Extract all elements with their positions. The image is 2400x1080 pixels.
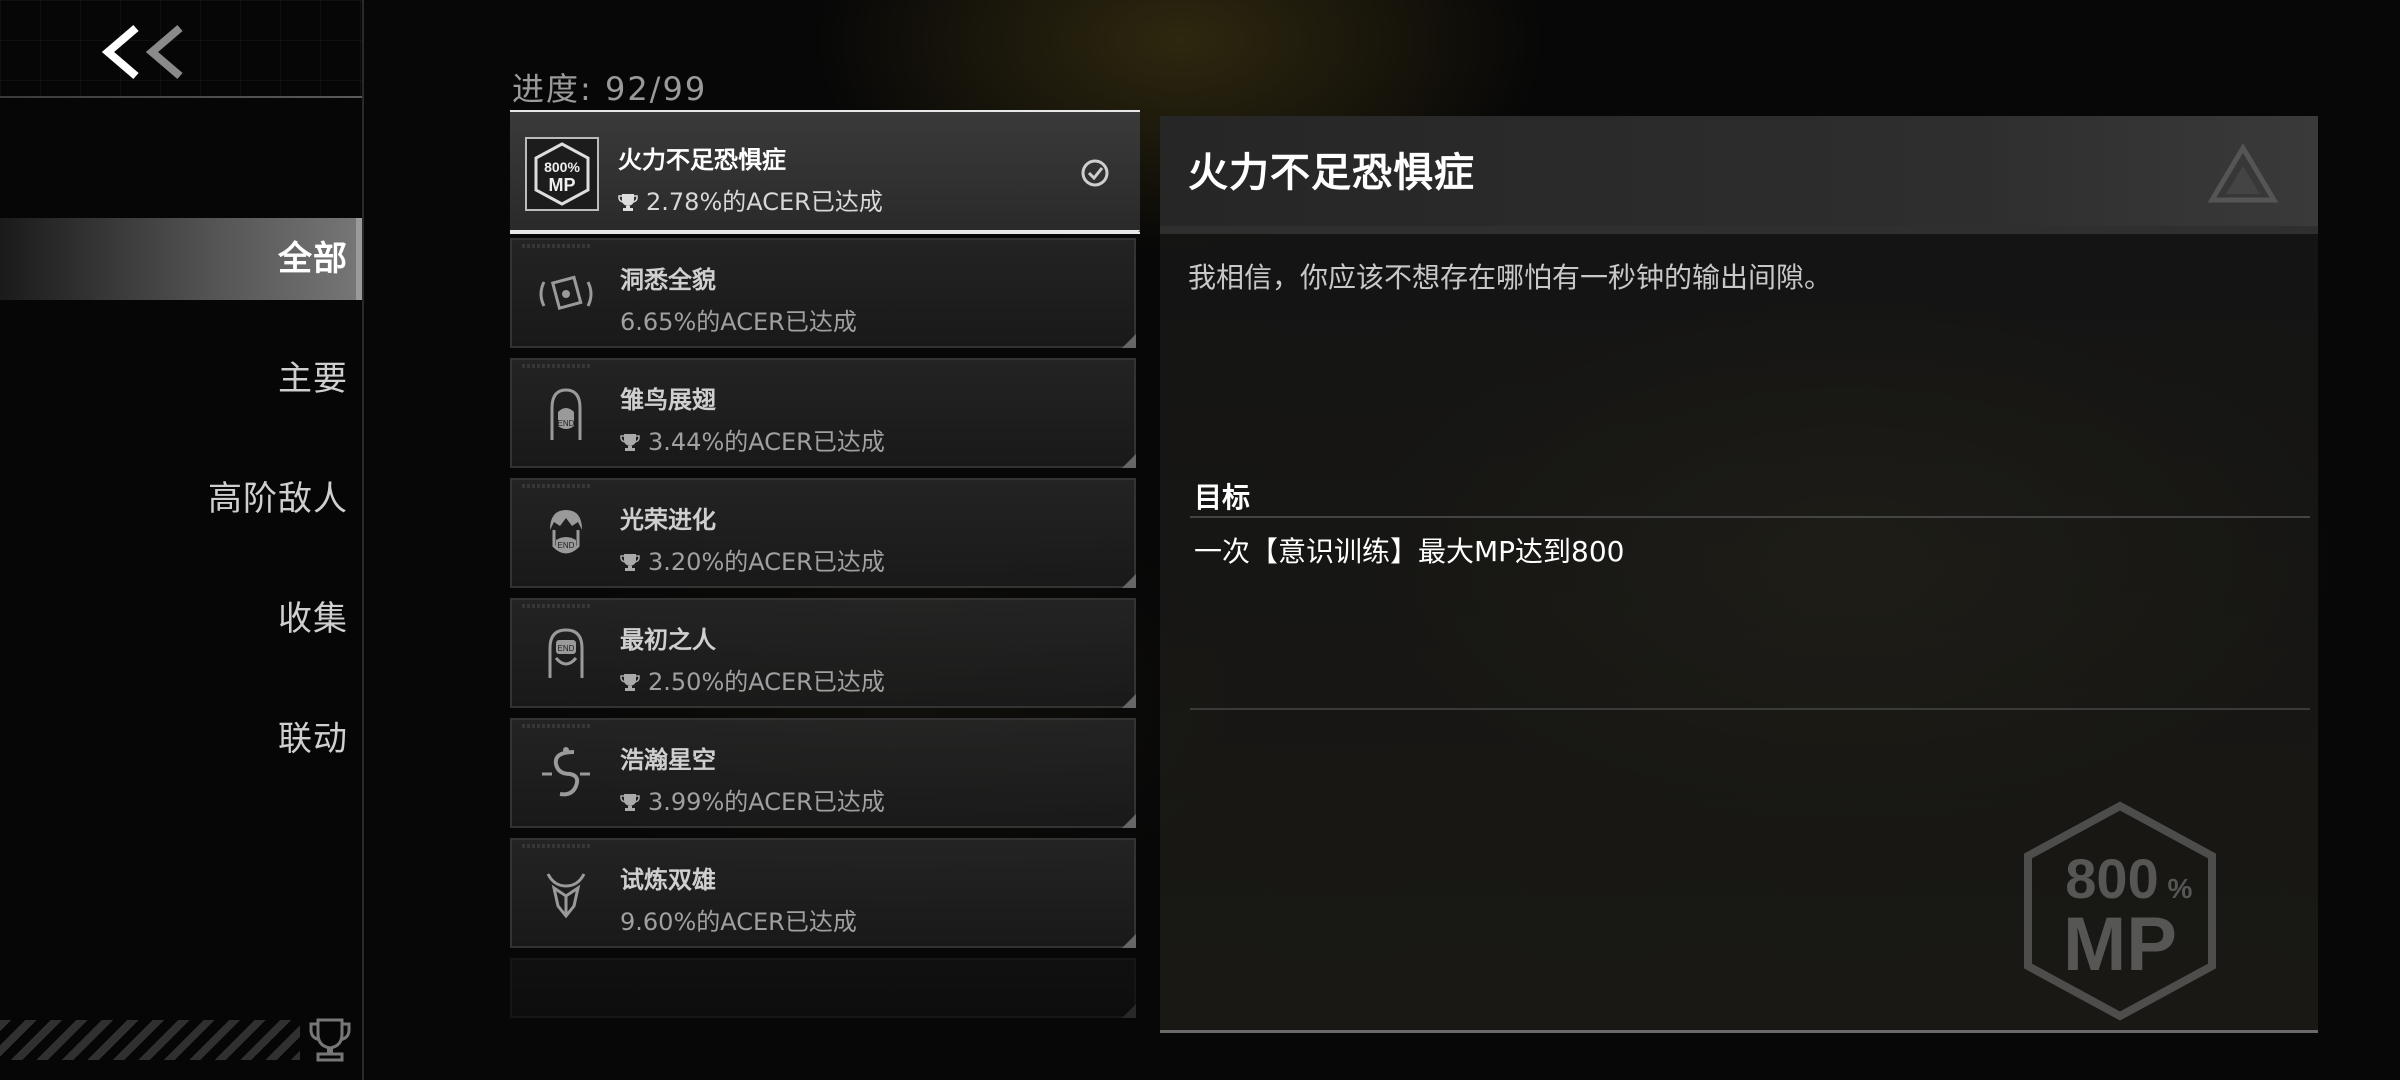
- sidebar-divider: [0, 96, 362, 98]
- hatch-decor: [0, 1020, 300, 1060]
- card-decor: [522, 364, 592, 368]
- card-decor: [522, 244, 592, 248]
- back-button[interactable]: [96, 22, 196, 82]
- achievement-rate-text: 6.65%的ACER已达成: [620, 308, 857, 336]
- achievement-title: 光荣进化: [620, 506, 716, 534]
- sidebar: 全部 主要 高阶敌人 收集 联动: [0, 0, 364, 1080]
- detail-description: 我相信，你应该不想存在哪怕有一秒钟的输出间隙。: [1188, 261, 1833, 294]
- achievement-title: 浩瀚星空: [620, 746, 716, 774]
- double-chevron-left-icon: [101, 24, 183, 80]
- achievement-rate: 3.44%的ACER已达成: [620, 422, 885, 457]
- nav-item-label: 高阶敌人: [208, 479, 348, 519]
- achievement-rate-text: 3.99%的ACER已达成: [648, 788, 885, 816]
- masked-girl-icon: END: [534, 622, 598, 686]
- achievement-title: 试炼双雄: [620, 866, 716, 894]
- trophy-icon: [618, 190, 638, 211]
- achievement-rate-text: 2.78%的ACER已达成: [646, 188, 883, 216]
- achievement-rate-text: 2.50%的ACER已达成: [648, 668, 885, 696]
- achievement-rate: 2.78%的ACER已达成: [618, 182, 883, 217]
- achievement-title: 最初之人: [620, 626, 716, 654]
- svg-text:END: END: [558, 419, 575, 428]
- svg-text:END: END: [558, 644, 575, 653]
- achievement-card[interactable]: 洞悉全貌 6.65%的ACER已达成: [510, 238, 1136, 348]
- trophy-icon: [620, 670, 640, 691]
- trophy-icon: [308, 1016, 352, 1064]
- boy-portrait-icon: END: [534, 502, 598, 566]
- badge-mp: MP: [2063, 902, 2177, 987]
- nav-item-label: 收集: [278, 599, 348, 639]
- achievement-rate: 3.99%的ACER已达成: [620, 782, 885, 817]
- girl-portrait-icon: END: [534, 382, 598, 446]
- goal-divider-bottom: [1190, 708, 2310, 710]
- 800-mp-badge-icon: 800 % MP: [2020, 800, 2220, 1022]
- achievement-rate-text: 3.44%的ACER已达成: [648, 428, 885, 456]
- card-decor: [522, 724, 592, 728]
- badge-percent: %: [2168, 873, 2193, 904]
- completed-check-icon: [1080, 158, 1110, 188]
- svg-text:MP: MP: [549, 175, 576, 195]
- achievement-rate: 3.20%的ACER已达成: [620, 542, 885, 577]
- serpent-symbol-icon: [534, 742, 598, 806]
- nav-item-main[interactable]: 主要: [0, 338, 362, 420]
- achievement-card[interactable]: 浩瀚星空 3.99%的ACER已达成: [510, 718, 1136, 828]
- detail-title: 火力不足恐惧症: [1188, 150, 1475, 196]
- nav-item-all[interactable]: 全部: [0, 218, 362, 300]
- svg-text:800%: 800%: [544, 159, 580, 175]
- badge-number: 800: [2065, 847, 2158, 910]
- nav-item-label: 主要: [278, 359, 348, 399]
- card-decor: [522, 844, 592, 848]
- nav-item-elite-enemies[interactable]: 高阶敌人: [0, 458, 362, 540]
- nav-item-collab[interactable]: 联动: [0, 698, 362, 780]
- progress-counter: 进度: 92/99: [512, 70, 708, 108]
- achievement-rate: 2.50%的ACER已达成: [620, 662, 885, 697]
- achievement-rate: 6.65%的ACER已达成: [620, 302, 857, 337]
- card-decor: [522, 604, 592, 608]
- twin-emblem-icon: [534, 862, 598, 926]
- nav-item-label: 全部: [278, 239, 348, 279]
- game-logo-icon: [2207, 143, 2279, 204]
- achievement-card[interactable]: END 雏鸟展翅 3.44%的ACER已达成: [510, 358, 1136, 468]
- detail-header: 火力不足恐惧症: [1160, 116, 2318, 234]
- trophy-icon: [620, 550, 640, 571]
- goal-divider: [1190, 516, 2310, 518]
- nav-item-label: 联动: [278, 719, 348, 759]
- achievement-card-partial[interactable]: [510, 958, 1136, 1018]
- achievement-detail-panel: 火力不足恐惧症 我相信，你应该不想存在哪怕有一秒钟的输出间隙。 目标 一次【意识…: [1160, 116, 2318, 1033]
- eye-card-icon: [534, 262, 598, 326]
- goal-label: 目标: [1194, 481, 1251, 514]
- nav-item-collection[interactable]: 收集: [0, 578, 362, 660]
- svg-text:END: END: [558, 541, 575, 550]
- trophy-icon: [620, 430, 640, 451]
- achievement-card[interactable]: 试炼双雄 9.60%的ACER已达成: [510, 838, 1136, 948]
- achievement-rate-text: 3.20%的ACER已达成: [648, 548, 885, 576]
- achievement-title: 火力不足恐惧症: [618, 146, 786, 174]
- achievement-card-selected[interactable]: 800% MP 火力不足恐惧症 2.78%的ACER已达成: [510, 110, 1140, 234]
- achievement-title: 洞悉全貌: [620, 266, 716, 294]
- card-decor: [522, 484, 592, 488]
- goal-text: 一次【意识训练】最大MP达到800: [1194, 535, 1625, 568]
- 800-mp-badge-icon: 800% MP: [524, 136, 600, 212]
- achievement-rate: 9.60%的ACER已达成: [620, 902, 857, 937]
- achievement-card[interactable]: END 最初之人 2.50%的ACER已达成: [510, 598, 1136, 708]
- achievement-list[interactable]: 800% MP 火力不足恐惧症 2.78%的ACER已达成 洞悉全貌 6.65%…: [510, 110, 1140, 1080]
- achievement-title: 雏鸟展翅: [620, 386, 716, 414]
- achievement-card[interactable]: END 光荣进化 3.20%的ACER已达成: [510, 478, 1136, 588]
- trophy-icon: [620, 790, 640, 811]
- achievement-rate-text: 9.60%的ACER已达成: [620, 908, 857, 936]
